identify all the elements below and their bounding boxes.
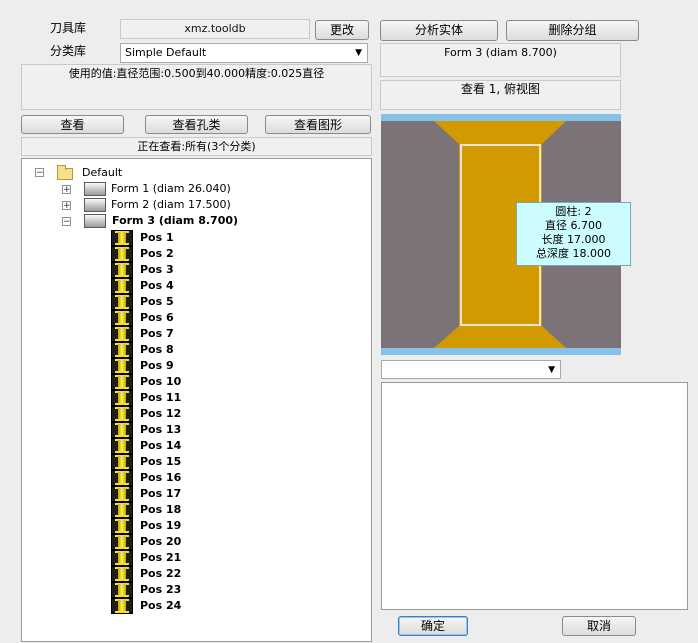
- tool-position-icon: [111, 374, 133, 390]
- tree-position-item[interactable]: Pos 5: [140, 294, 174, 310]
- tool-position-icon: [111, 454, 133, 470]
- tree-position-item[interactable]: Pos 15: [140, 454, 181, 470]
- category-label: 分类库: [50, 44, 87, 58]
- tree-position-item[interactable]: Pos 17: [140, 486, 181, 502]
- tool-position-icon: [111, 278, 133, 294]
- tool-position-icon: [111, 470, 133, 486]
- form-icon: [84, 182, 106, 196]
- viewing-status: 正在查看:所有(3个分类): [21, 137, 372, 156]
- tree-position-item[interactable]: Pos 13: [140, 422, 181, 438]
- tool-position-icon: [111, 518, 133, 534]
- tree-position-item[interactable]: Pos 19: [140, 518, 181, 534]
- details-textarea[interactable]: [381, 382, 688, 610]
- form-icon: [84, 198, 106, 212]
- tree-position-item[interactable]: Pos 24: [140, 598, 181, 614]
- used-values-text: 使用的值:直径范围:0.500到40.000精度:0.025直径: [68, 67, 325, 80]
- tree-position-item[interactable]: Pos 21: [140, 550, 181, 566]
- change-library-button[interactable]: 更改: [315, 20, 369, 40]
- tool-position-icon: [111, 326, 133, 342]
- tree-root-default[interactable]: Default: [82, 165, 122, 181]
- analyze-entity-button[interactable]: 分析实体: [380, 20, 498, 41]
- used-values-panel: 使用的值:直径范围:0.500到40.000精度:0.025直径: [21, 64, 372, 110]
- delete-group-button[interactable]: 删除分组: [506, 20, 639, 41]
- chevron-down-icon: ▼: [548, 365, 555, 375]
- tool-position-icon: [111, 534, 133, 550]
- tree-position-item[interactable]: Pos 10: [140, 374, 181, 390]
- tool-position-icon: [111, 310, 133, 326]
- tool-position-icon: [111, 294, 133, 310]
- tool-position-icon: [111, 550, 133, 566]
- view-shapes-button[interactable]: 查看图形: [265, 115, 371, 134]
- tool-position-icon: [111, 406, 133, 422]
- tree-form-1[interactable]: Form 1 (diam 26.040): [111, 181, 231, 197]
- form-icon: [84, 214, 106, 228]
- tree-position-item[interactable]: Pos 2: [140, 246, 174, 262]
- category-selected-value: Simple Default: [125, 46, 207, 59]
- tooltip-total-depth: 总深度 18.000: [536, 247, 611, 260]
- form-info-panel: Form 3 (diam 8.700): [380, 43, 621, 77]
- tree-position-item[interactable]: Pos 3: [140, 262, 174, 278]
- tool-position-icon: [111, 358, 133, 374]
- tree-position-item[interactable]: Pos 1: [140, 230, 174, 246]
- category-select[interactable]: Simple Default ▼: [120, 43, 368, 63]
- tree-position-item[interactable]: Pos 6: [140, 310, 174, 326]
- tool-position-icon: [111, 502, 133, 518]
- collapse-icon[interactable]: −: [35, 168, 44, 178]
- tree-position-item[interactable]: Pos 16: [140, 470, 181, 486]
- tree-form-2[interactable]: Form 2 (diam 17.500): [111, 197, 231, 213]
- tool-position-icon: [111, 390, 133, 406]
- collapse-icon[interactable]: −: [62, 217, 71, 227]
- view-button[interactable]: 查看: [21, 115, 124, 134]
- tree-position-item[interactable]: Pos 8: [140, 342, 174, 358]
- tree-position-item[interactable]: Pos 4: [140, 278, 174, 294]
- library-path-field: xmz.tooldb: [120, 19, 310, 39]
- tool-position-icon: [111, 422, 133, 438]
- tree-position-item[interactable]: Pos 12: [140, 406, 181, 422]
- tooltip-length: 长度 17.000: [541, 233, 606, 246]
- tool-position-icon: [111, 342, 133, 358]
- tool-position-icon: [111, 246, 133, 262]
- tooltip-cylinder: 圆柱: 2: [555, 205, 592, 218]
- expand-icon[interactable]: +: [62, 201, 71, 211]
- chevron-down-icon: ▼: [355, 48, 362, 58]
- tool-position-icon: [111, 438, 133, 454]
- tree-position-item[interactable]: Pos 22: [140, 566, 181, 582]
- tree-position-item[interactable]: Pos 18: [140, 502, 181, 518]
- cancel-button[interactable]: 取消: [562, 616, 636, 636]
- tool-position-icon: [111, 566, 133, 582]
- tree-position-item[interactable]: Pos 7: [140, 326, 174, 342]
- expand-icon[interactable]: +: [62, 185, 71, 195]
- folder-icon: [57, 165, 73, 180]
- tree-form-3[interactable]: Form 3 (diam 8.700): [112, 213, 238, 229]
- tree-position-item[interactable]: Pos 20: [140, 534, 181, 550]
- tooltip-diameter: 直径 6.700: [545, 219, 602, 232]
- tree-position-item[interactable]: Pos 9: [140, 358, 174, 374]
- view-caption: 查看 1, 俯视图: [380, 80, 621, 110]
- tree-position-item[interactable]: Pos 14: [140, 438, 181, 454]
- view-holes-button[interactable]: 查看孔类: [145, 115, 248, 134]
- tool-tree[interactable]: − Default + Form 1 (diam 26.040) + Form …: [21, 158, 372, 642]
- ok-button[interactable]: 确定: [398, 616, 468, 636]
- library-label: 刀具库: [50, 21, 87, 35]
- dimension-tooltip: 圆柱: 2 直径 6.700 长度 17.000 总深度 18.000: [516, 202, 631, 266]
- tool-position-icon: [111, 230, 133, 246]
- tool-position-icon: [111, 582, 133, 598]
- tool-position-icon: [111, 598, 133, 614]
- tree-position-item[interactable]: Pos 11: [140, 390, 181, 406]
- view-dropdown[interactable]: ▼: [381, 360, 561, 379]
- tree-position-item[interactable]: Pos 23: [140, 582, 181, 598]
- tool-position-icon: [111, 262, 133, 278]
- tool-position-icon: [111, 486, 133, 502]
